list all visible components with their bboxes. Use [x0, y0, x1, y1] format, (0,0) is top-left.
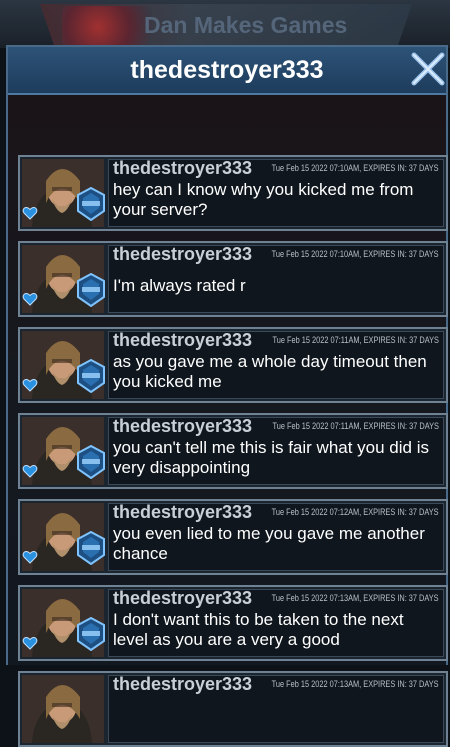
message-bubble: thedestroyer333 Tue Feb 15 2022 07:10AM,…: [108, 158, 444, 227]
message-username[interactable]: thedestroyer333: [113, 244, 252, 265]
message-list[interactable]: thedestroyer333 Tue Feb 15 2022 07:10AM,…: [8, 95, 448, 747]
message-bubble: thedestroyer333 Tue Feb 15 2022 07:11AM,…: [108, 330, 444, 399]
message-timestamp: Tue Feb 15 2022 07:13AM, EXPIRES IN: 37 …: [272, 593, 439, 603]
message-text: I'm always rated r: [113, 276, 246, 295]
message-timestamp: Tue Feb 15 2022 07:11AM, EXPIRES IN: 37 …: [272, 421, 439, 431]
message-username[interactable]: thedestroyer333: [113, 674, 252, 695]
message-timestamp: Tue Feb 15 2022 07:10AM, EXPIRES IN: 37 …: [272, 163, 439, 173]
message-username[interactable]: thedestroyer333: [113, 502, 252, 523]
heart-icon[interactable]: [22, 463, 38, 479]
message-text: hey can I know why you kicked me from yo…: [113, 180, 414, 219]
message-card[interactable]: thedestroyer333 Tue Feb 15 2022 07:10AM,…: [18, 241, 448, 317]
rank-badge-icon: [76, 187, 106, 221]
message-card[interactable]: thedestroyer333 Tue Feb 15 2022 07:12AM,…: [18, 499, 448, 575]
message-bubble: thedestroyer333 Tue Feb 15 2022 07:13AM,…: [108, 674, 444, 743]
close-button[interactable]: [408, 49, 448, 89]
message-username[interactable]: thedestroyer333: [113, 330, 252, 351]
user-avatar[interactable]: [22, 675, 104, 743]
message-timestamp: Tue Feb 15 2022 07:12AM, EXPIRES IN: 37 …: [272, 507, 439, 517]
heart-icon[interactable]: [22, 291, 38, 307]
message-timestamp: Tue Feb 15 2022 07:13AM, EXPIRES IN: 37 …: [272, 679, 439, 689]
heart-icon[interactable]: [22, 635, 38, 651]
message-bubble: thedestroyer333 Tue Feb 15 2022 07:11AM,…: [108, 416, 444, 485]
close-x-icon: [411, 52, 445, 86]
message-card[interactable]: thedestroyer333 Tue Feb 15 2022 07:13AM,…: [18, 585, 448, 661]
message-text: you even lied to me you gave me another …: [113, 524, 425, 563]
message-card[interactable]: thedestroyer333 Tue Feb 15 2022 07:11AM,…: [18, 413, 448, 489]
message-card[interactable]: thedestroyer333 Tue Feb 15 2022 07:13AM,…: [18, 671, 448, 747]
rank-badge-icon: [76, 445, 106, 479]
background-title: Dan Makes Games: [144, 12, 348, 38]
dialog-header: thedestroyer333: [8, 47, 446, 95]
rank-badge-icon: [76, 273, 106, 307]
message-text: you can't tell me this is fair what you …: [113, 438, 429, 477]
message-card[interactable]: thedestroyer333 Tue Feb 15 2022 07:11AM,…: [18, 327, 448, 403]
rank-badge-icon: [76, 617, 106, 651]
message-text: I don't want this to be taken to the nex…: [113, 610, 404, 649]
heart-icon[interactable]: [22, 549, 38, 565]
message-text: as you gave me a whole day timeout then …: [113, 352, 427, 391]
heart-icon[interactable]: [22, 205, 38, 221]
rank-badge-icon: [76, 359, 106, 393]
background-avatar: [62, 6, 152, 48]
heart-icon[interactable]: [22, 377, 38, 393]
dialog-title: thedestroyer333: [130, 56, 324, 84]
message-bubble: thedestroyer333 Tue Feb 15 2022 07:10AM,…: [108, 244, 444, 313]
message-username[interactable]: thedestroyer333: [113, 416, 252, 437]
rank-badge-icon: [76, 531, 106, 565]
message-dialog: thedestroyer333 thedestroyer333 Tue Feb …: [6, 45, 448, 747]
message-timestamp: Tue Feb 15 2022 07:11AM, EXPIRES IN: 37 …: [272, 335, 439, 345]
message-card[interactable]: thedestroyer333 Tue Feb 15 2022 07:10AM,…: [18, 155, 448, 231]
message-username[interactable]: thedestroyer333: [113, 158, 252, 179]
wrestler-portrait-icon: [22, 675, 104, 743]
message-timestamp: Tue Feb 15 2022 07:10AM, EXPIRES IN: 37 …: [272, 249, 439, 259]
message-bubble: thedestroyer333 Tue Feb 15 2022 07:12AM,…: [108, 502, 444, 571]
message-username[interactable]: thedestroyer333: [113, 588, 252, 609]
message-bubble: thedestroyer333 Tue Feb 15 2022 07:13AM,…: [108, 588, 444, 657]
